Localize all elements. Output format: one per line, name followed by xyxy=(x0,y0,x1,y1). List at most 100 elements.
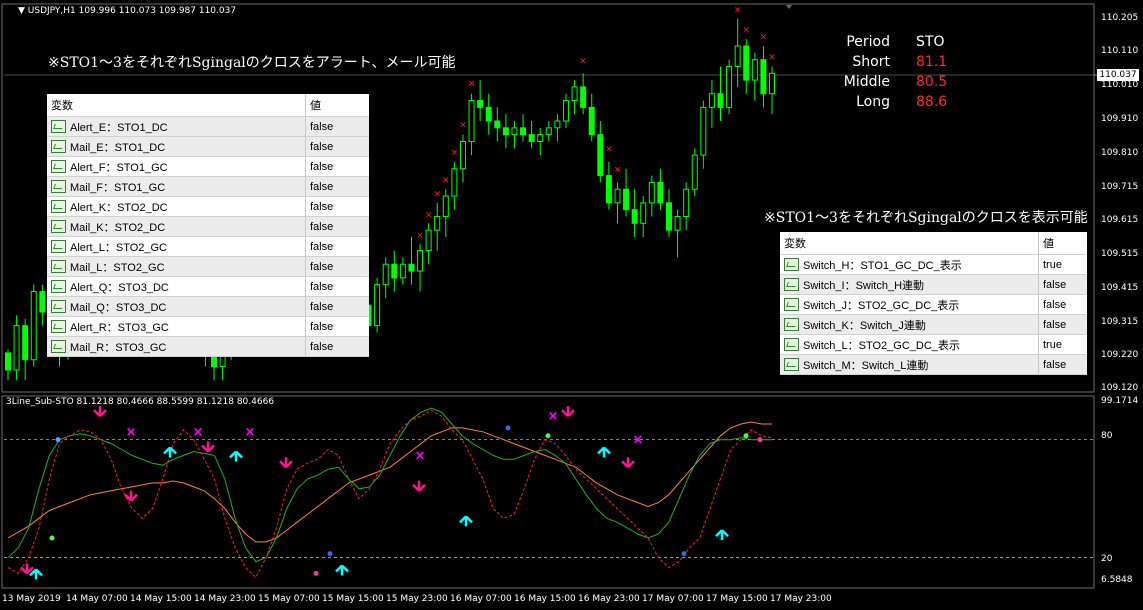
param-row[interactable]: Mail_F：STO1_GC false xyxy=(47,176,369,197)
sub-tick: 6.5848 xyxy=(1101,575,1133,585)
buy-arrow-icon xyxy=(597,446,611,458)
param-icon xyxy=(51,279,66,293)
param-row[interactable]: Switch_H：STO1_GC_DC_表示 true xyxy=(780,254,1087,275)
param-icon xyxy=(784,257,799,271)
param-value[interactable]: false xyxy=(305,116,369,137)
candle-body xyxy=(623,188,630,211)
candle-body xyxy=(30,291,37,361)
param-value[interactable]: false xyxy=(305,236,369,257)
candle-body xyxy=(726,65,733,108)
param-value[interactable]: false xyxy=(305,316,369,337)
signal-dot xyxy=(743,433,749,439)
signal-cross-mark: × xyxy=(768,53,776,63)
param-row[interactable]: Alert_L：STO2_GC false xyxy=(47,236,369,257)
candle-body xyxy=(734,45,741,67)
param-icon xyxy=(784,357,799,371)
param-icon xyxy=(51,239,66,253)
col-value: 値 xyxy=(1038,232,1087,255)
param-row[interactable]: Mail_R：STO3_GC false xyxy=(47,336,369,357)
candle-body xyxy=(511,127,518,136)
param-value[interactable]: false xyxy=(305,216,369,237)
sell-arrow-icon xyxy=(279,457,293,469)
alert-note: ※STO1～3をそれぞれSgingalのクロスをアラート、メール可能 xyxy=(48,55,456,71)
candle-body xyxy=(597,134,604,177)
param-name: Alert_Q：STO3_DC xyxy=(70,281,169,294)
param-value[interactable]: false xyxy=(305,336,369,357)
candle-body xyxy=(477,100,484,108)
param-value[interactable]: false xyxy=(1038,274,1087,295)
param-row[interactable]: Alert_E：STO1_DC false xyxy=(47,116,369,137)
cross-signal-mark: × xyxy=(193,425,204,440)
param-value[interactable]: false xyxy=(305,296,369,317)
dropdown-icon[interactable]: ▼ xyxy=(18,6,25,16)
buy-arrow-icon xyxy=(29,568,43,580)
param-value[interactable]: false xyxy=(1038,354,1087,375)
signal-cross-mark: × xyxy=(579,56,587,66)
time-tick: 13 May 2019 xyxy=(2,594,61,604)
param-row[interactable]: Mail_Q：STO3_DC false xyxy=(47,296,369,317)
cross-signal-mark: × xyxy=(633,433,644,448)
candle-body xyxy=(631,209,638,224)
param-name: Alert_L：STO2_GC xyxy=(70,241,168,254)
period-label: Period xyxy=(846,34,890,50)
param-row[interactable]: Alert_R：STO3_GC false xyxy=(47,316,369,337)
candle-body xyxy=(769,72,775,95)
param-row[interactable]: Alert_K：STO2_DC false xyxy=(47,196,369,217)
param-row[interactable]: Alert_F：STO1_GC false xyxy=(47,156,369,177)
param-value[interactable]: false xyxy=(305,136,369,157)
candle-body xyxy=(683,188,690,217)
param-row[interactable]: Switch_J：STO2_GC_DC_表示 false xyxy=(780,294,1087,315)
signal-dot xyxy=(49,535,55,541)
param-row[interactable]: Mail_K：STO2_DC false xyxy=(47,216,369,237)
param-name: Switch_J：STO2_GC_DC_表示 xyxy=(803,299,960,312)
candle-body xyxy=(614,188,621,204)
candle-body xyxy=(374,284,381,327)
symbol-info: USDJPY,H1 109.996 110.073 109.987 110.03… xyxy=(27,6,237,16)
param-value[interactable]: false xyxy=(305,276,369,297)
param-value[interactable]: false xyxy=(305,256,369,277)
param-icon xyxy=(51,119,66,133)
param-name: Alert_E：STO1_DC xyxy=(70,121,168,134)
price-tick: 109.910 xyxy=(1101,114,1139,124)
param-row[interactable]: Switch_M：Switch_L連動 false xyxy=(780,354,1087,375)
param-value[interactable]: false xyxy=(305,196,369,217)
col-value: 値 xyxy=(305,94,369,117)
signal-cross-mark: × xyxy=(742,25,750,35)
candle-body xyxy=(708,93,715,108)
param-icon xyxy=(51,339,66,353)
param-name: Mail_R：STO3_GC xyxy=(70,341,167,354)
param-value[interactable]: false xyxy=(1038,294,1087,315)
signal-cross-mark: × xyxy=(605,145,613,155)
price-tick: 110.205 xyxy=(1101,13,1139,23)
candle-body xyxy=(760,59,767,95)
col-variable: 変数 xyxy=(47,94,306,117)
buy-arrow-icon xyxy=(229,450,243,462)
alert-params-table: 変数 値 Alert_E：STO1_DC false Mail_E：STO1_DC… xyxy=(47,94,369,357)
time-tick: 15 May 15:00 xyxy=(322,594,384,604)
param-value[interactable]: false xyxy=(305,176,369,197)
long-label: Long xyxy=(856,94,890,110)
short-value: 81.1 xyxy=(916,54,948,70)
signal-dot xyxy=(681,551,687,557)
param-row[interactable]: Alert_Q：STO3_DC false xyxy=(47,276,369,297)
signal-dot xyxy=(55,437,61,443)
param-value[interactable]: false xyxy=(305,156,369,177)
param-row[interactable]: Mail_E：STO1_DC false xyxy=(47,136,369,157)
candle-body xyxy=(691,154,698,190)
param-value[interactable]: true xyxy=(1038,334,1087,355)
candle-body xyxy=(743,45,750,81)
signal-cross-mark: × xyxy=(433,189,441,199)
signal-cross-mark: × xyxy=(459,120,467,130)
param-row[interactable]: Switch_K：Switch_J連動 false xyxy=(780,314,1087,335)
buy-arrow-icon xyxy=(459,515,473,527)
signal-cross-mark: × xyxy=(416,231,424,241)
param-value[interactable]: false xyxy=(1038,314,1087,335)
param-icon xyxy=(51,259,66,273)
sto-short-line xyxy=(7,409,773,579)
cross-signal-mark: × xyxy=(415,448,426,463)
param-name: Switch_I：Switch_H連動 xyxy=(803,279,925,292)
param-row[interactable]: Switch_I：Switch_H連動 false xyxy=(780,274,1087,295)
param-value[interactable]: true xyxy=(1038,254,1087,275)
param-row[interactable]: Mail_L：STO2_GC false xyxy=(47,256,369,277)
param-row[interactable]: Switch_L：STO2_GC_DC_表示 true xyxy=(780,334,1087,355)
